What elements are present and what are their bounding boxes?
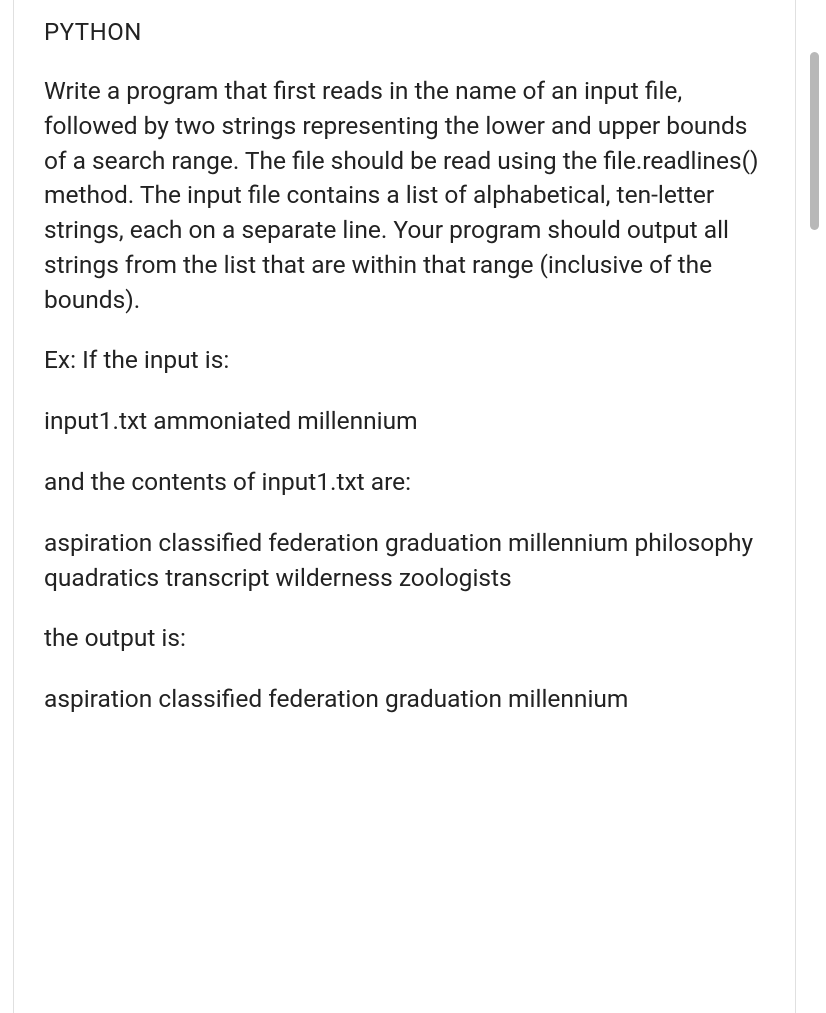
right-gutter [796,0,826,1013]
heading-python: PYTHON [44,18,765,46]
paragraph-output-label: the output is: [44,621,765,656]
paragraph-example-input: input1.txt ammoniated millennium [44,404,765,439]
paragraph-description: Write a program that first reads in the … [44,74,765,317]
content-area: PYTHON Write a program that first reads … [14,0,796,1013]
paragraph-example-label: Ex: If the input is: [44,343,765,378]
left-border [0,0,14,1013]
paragraph-output: aspiration classified federation graduat… [44,682,765,717]
page-container: PYTHON Write a program that first reads … [0,0,826,1013]
paragraph-file-contents: aspiration classified federation graduat… [44,526,765,596]
paragraph-contents-label: and the contents of input1.txt are: [44,465,765,500]
scrollbar-track[interactable] [810,0,819,1013]
scrollbar-thumb[interactable] [810,52,819,230]
